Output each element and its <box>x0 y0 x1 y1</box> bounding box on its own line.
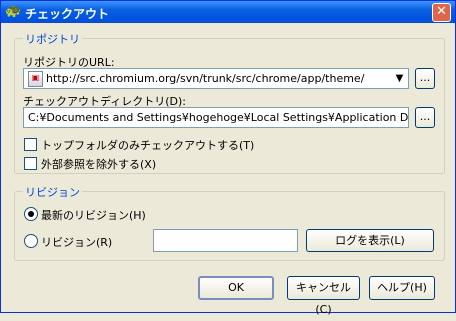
title-bar[interactable]: 🐢 チェックアウト ✕ <box>1 1 455 23</box>
radio-selected-dot <box>28 211 34 217</box>
url-browse-button[interactable]: ... <box>415 68 435 89</box>
revision-legend: リビジョン <box>23 184 82 200</box>
omit-externals-label[interactable]: 外部参照を除外する(X) <box>41 156 156 172</box>
window-title: チェックアウト <box>25 7 110 21</box>
specific-revision-radio[interactable] <box>24 234 38 248</box>
top-folder-checkbox[interactable] <box>24 138 37 151</box>
omit-externals-checkbox[interactable] <box>24 157 37 170</box>
cancel-button[interactable]: キャンセル(C) <box>287 276 360 316</box>
ok-button[interactable]: OK <box>198 276 274 300</box>
latest-revision-radio[interactable] <box>24 207 38 221</box>
top-folder-label[interactable]: トップフォルダのみチェックアウトする(T) <box>41 137 254 153</box>
repository-icon: ▣ <box>28 71 43 87</box>
url-value: http://src.chromium.org/svn/trunk/src/ch… <box>46 72 365 85</box>
specific-revision-label[interactable]: リビジョン(R) <box>41 234 112 250</box>
latest-revision-label[interactable]: 最新のリビジョン(H) <box>41 207 146 223</box>
chevron-down-icon[interactable]: ▼ <box>391 69 408 88</box>
help-button[interactable]: ヘルプ(H) <box>369 276 435 300</box>
checkout-dialog: 🐢 チェックアウト ✕ リポジトリ リポジトリのURL: ▣ http://sr… <box>0 0 456 316</box>
tortoise-icon: 🐢 <box>5 4 22 19</box>
repository-legend: リポジトリ <box>23 31 82 47</box>
checkout-dir-value: C:¥Documents and Settings¥hogehoge¥Local… <box>28 111 409 124</box>
checkout-dir-input[interactable]: C:¥Documents and Settings¥hogehoge¥Local… <box>23 107 409 128</box>
revision-input[interactable] <box>153 229 298 252</box>
close-button[interactable]: ✕ <box>432 3 451 22</box>
url-combobox[interactable]: ▣ http://src.chromium.org/svn/trunk/src/… <box>23 68 409 89</box>
show-log-button[interactable]: ログを表示(L) <box>306 229 434 252</box>
dir-browse-button[interactable]: ... <box>415 107 435 128</box>
